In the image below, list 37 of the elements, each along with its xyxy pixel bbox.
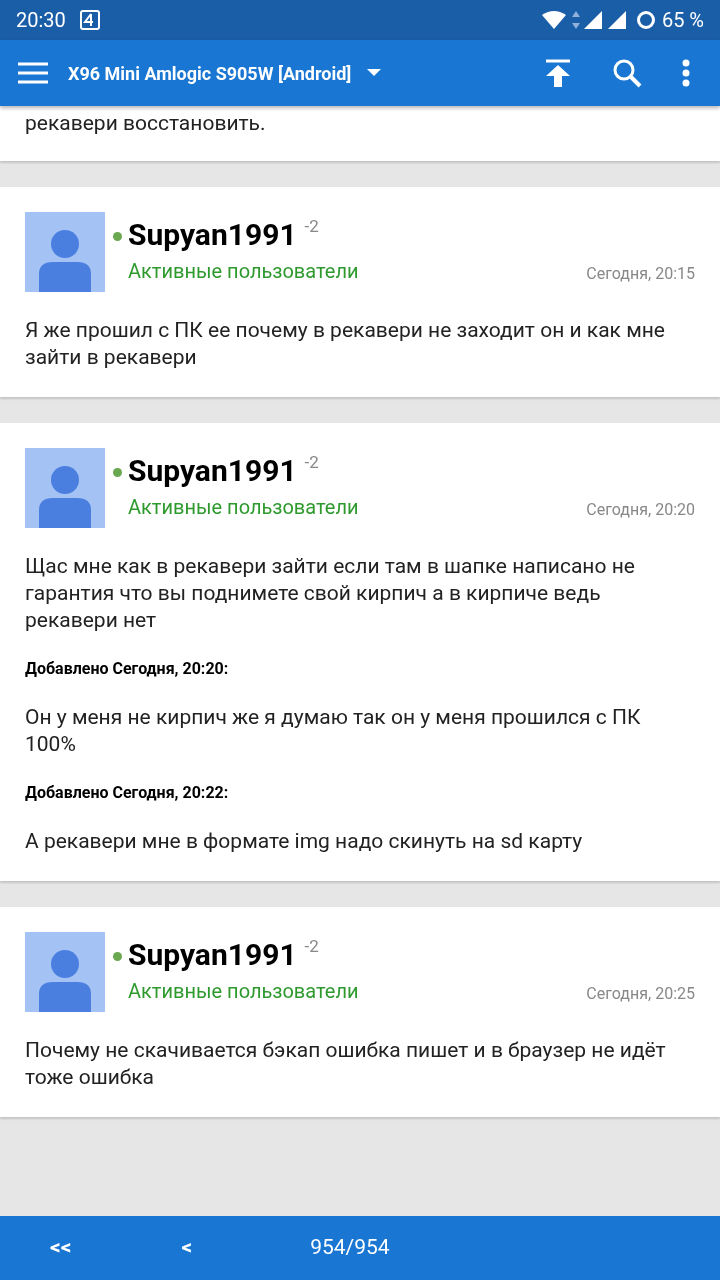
post-text: Я же прошил с ПК ее почему в рекавери не заходит он и как мне зайти в рекавери — [25, 317, 666, 371]
post-text: А рекавери мне в формате img надо скинуть на sd карту — [25, 828, 584, 855]
signal-icon — [607, 11, 626, 29]
previous-page-button[interactable]: < — [181, 1232, 193, 1264]
post-text: рекавери восстановить. — [25, 110, 267, 137]
topic-title[interactable]: X96 Mini Amlogic S905W [Android] — [68, 59, 352, 87]
wifi-icon — [541, 11, 566, 29]
reputation: -2 — [304, 216, 319, 236]
reputation: -2 — [304, 452, 319, 472]
signal-icon — [583, 11, 602, 29]
post-date: Сегодня, 20:25 — [586, 984, 695, 1004]
dropdown-caret-icon[interactable] — [367, 69, 382, 77]
post-date: Сегодня, 20:15 — [586, 264, 695, 284]
page-counter[interactable]: 954/954 — [310, 1232, 390, 1264]
author-name[interactable]: Supyan1991 — [128, 936, 297, 974]
added-note: Добавлено Сегодня, 20:20: — [25, 659, 230, 679]
battery-icon — [635, 10, 656, 30]
menu-icon[interactable] — [18, 62, 48, 84]
data-arrows-icon — [571, 11, 580, 29]
post-text: Почему не скачивается бэкап ошибка пишет и в браузер не идёт тоже ошибка — [25, 1037, 667, 1091]
search-icon[interactable] — [612, 58, 642, 88]
user-group: Активные пользователи — [128, 258, 359, 284]
post-date: Сегодня, 20:20 — [586, 500, 695, 520]
notification-icon — [79, 10, 100, 30]
author-name[interactable]: Supyan1991 — [128, 452, 297, 490]
post-text: Он у меня не кирпич же я думаю так он у меня прошился с ПК 100% — [25, 704, 642, 758]
added-note: Добавлено Сегодня, 20:22: — [25, 783, 230, 803]
more-options-icon[interactable] — [682, 59, 690, 87]
battery-percent: 65 % — [661, 7, 704, 34]
scroll-top-icon[interactable] — [546, 59, 570, 87]
post-text: Щас мне как в рекавери зайти если там в шапке написано не гарантия что вы поднимете свой кирпич а в кирпиче ведь рекавери нет — [25, 553, 636, 634]
reputation: -2 — [304, 936, 319, 956]
user-group: Активные пользователи — [128, 494, 359, 520]
user-group: Активные пользователи — [128, 978, 359, 1004]
author-name[interactable]: Supyan1991 — [128, 216, 297, 254]
status-time: 20:30 — [16, 7, 66, 34]
first-page-button[interactable]: << — [50, 1232, 72, 1264]
